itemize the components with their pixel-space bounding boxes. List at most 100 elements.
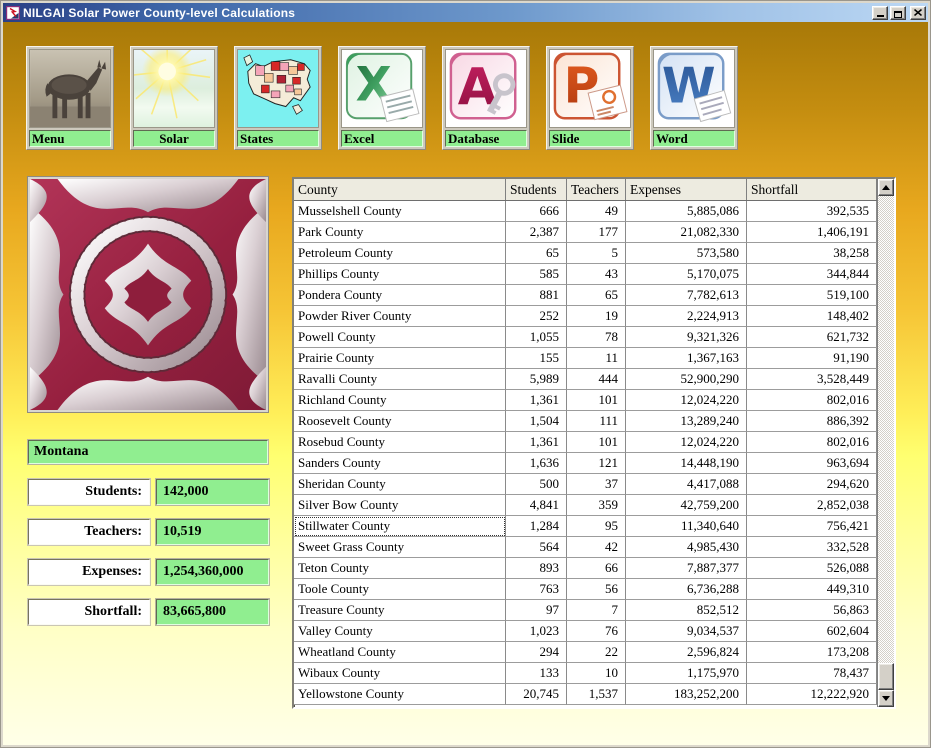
value-cell[interactable]: 101 <box>567 390 626 411</box>
column-header-shortfall[interactable]: Shortfall <box>747 179 877 200</box>
value-cell[interactable]: 1,406,191 <box>747 222 877 243</box>
value-cell[interactable]: 802,016 <box>747 432 877 453</box>
value-cell[interactable]: 1,055 <box>506 327 567 348</box>
titlebar[interactable]: NILGAI Solar Power County-level Calculat… <box>3 3 928 22</box>
value-cell[interactable]: 49 <box>567 201 626 222</box>
scroll-down-button[interactable] <box>878 690 894 707</box>
value-cell[interactable]: 13,289,240 <box>626 411 747 432</box>
county-cell[interactable]: Treasure County <box>294 600 506 621</box>
county-cell[interactable]: Yellowstone County <box>294 684 506 705</box>
value-cell[interactable]: 37 <box>567 474 626 495</box>
value-cell[interactable]: 9,321,326 <box>626 327 747 348</box>
value-cell[interactable]: 20,745 <box>506 684 567 705</box>
county-cell[interactable]: Roosevelt County <box>294 411 506 432</box>
value-cell[interactable]: 1,175,970 <box>626 663 747 684</box>
value-cell[interactable]: 666 <box>506 201 567 222</box>
close-button[interactable] <box>910 6 926 20</box>
table-row[interactable]: Stillwater County1,2849511,340,640756,42… <box>294 516 877 537</box>
scroll-up-button[interactable] <box>878 179 894 196</box>
value-cell[interactable]: 294,620 <box>747 474 877 495</box>
value-cell[interactable]: 4,841 <box>506 495 567 516</box>
value-cell[interactable]: 21,082,330 <box>626 222 747 243</box>
value-cell[interactable]: 585 <box>506 264 567 285</box>
value-cell[interactable]: 1,023 <box>506 621 567 642</box>
value-cell[interactable]: 133 <box>506 663 567 684</box>
states-button[interactable]: States <box>234 46 322 150</box>
county-cell[interactable]: Teton County <box>294 558 506 579</box>
value-cell[interactable]: 183,252,200 <box>626 684 747 705</box>
value-cell[interactable]: 148,402 <box>747 306 877 327</box>
value-cell[interactable]: 756,421 <box>747 516 877 537</box>
table-row[interactable]: Wibaux County133101,175,97078,437 <box>294 663 877 684</box>
county-cell[interactable]: Sanders County <box>294 453 506 474</box>
word-button[interactable]: W Word <box>650 46 738 150</box>
table-row[interactable]: Musselshell County666495,885,086392,535 <box>294 201 877 222</box>
teachers-value[interactable]: 10,519 <box>156 519 269 545</box>
table-row[interactable]: Powell County1,055789,321,326621,732 <box>294 327 877 348</box>
column-header-county[interactable]: County <box>294 179 506 200</box>
county-cell[interactable]: Sheridan County <box>294 474 506 495</box>
table-row[interactable]: Prairie County155111,367,16391,190 <box>294 348 877 369</box>
value-cell[interactable]: 56 <box>567 579 626 600</box>
minimize-button[interactable] <box>872 6 888 20</box>
table-row[interactable]: Rosebud County1,36110112,024,220802,016 <box>294 432 877 453</box>
county-cell[interactable]: Silver Bow County <box>294 495 506 516</box>
value-cell[interactable]: 111 <box>567 411 626 432</box>
solar-button[interactable]: Solar <box>130 46 218 150</box>
value-cell[interactable]: 893 <box>506 558 567 579</box>
value-cell[interactable]: 1,361 <box>506 432 567 453</box>
value-cell[interactable]: 5,989 <box>506 369 567 390</box>
slide-button[interactable]: P Slide <box>546 46 634 150</box>
value-cell[interactable]: 294 <box>506 642 567 663</box>
table-row[interactable]: Valley County1,023769,034,537602,604 <box>294 621 877 642</box>
value-cell[interactable]: 5,885,086 <box>626 201 747 222</box>
value-cell[interactable]: 101 <box>567 432 626 453</box>
county-cell[interactable]: Sweet Grass County <box>294 537 506 558</box>
maximize-button[interactable] <box>890 6 906 20</box>
column-header-teachers[interactable]: Teachers <box>567 179 626 200</box>
excel-button[interactable]: X Excel <box>338 46 426 150</box>
value-cell[interactable]: 4,985,430 <box>626 537 747 558</box>
value-cell[interactable]: 66 <box>567 558 626 579</box>
table-row[interactable]: Treasure County977852,51256,863 <box>294 600 877 621</box>
county-cell[interactable]: Ravalli County <box>294 369 506 390</box>
value-cell[interactable]: 65 <box>506 243 567 264</box>
value-cell[interactable]: 95 <box>567 516 626 537</box>
value-cell[interactable]: 449,310 <box>747 579 877 600</box>
value-cell[interactable]: 5 <box>567 243 626 264</box>
value-cell[interactable]: 519,100 <box>747 285 877 306</box>
value-cell[interactable]: 19 <box>567 306 626 327</box>
value-cell[interactable]: 392,535 <box>747 201 877 222</box>
county-cell[interactable]: Phillips County <box>294 264 506 285</box>
column-header-expenses[interactable]: Expenses <box>626 179 747 200</box>
value-cell[interactable]: 526,088 <box>747 558 877 579</box>
value-cell[interactable]: 2,852,038 <box>747 495 877 516</box>
column-header-students[interactable]: Students <box>506 179 567 200</box>
state-name-field[interactable]: Montana <box>28 440 268 464</box>
value-cell[interactable]: 1,361 <box>506 390 567 411</box>
county-cell[interactable]: Pondera County <box>294 285 506 306</box>
value-cell[interactable]: 4,417,088 <box>626 474 747 495</box>
value-cell[interactable]: 56,863 <box>747 600 877 621</box>
value-cell[interactable]: 2,387 <box>506 222 567 243</box>
value-cell[interactable]: 42 <box>567 537 626 558</box>
value-cell[interactable]: 38,258 <box>747 243 877 264</box>
value-cell[interactable]: 97 <box>506 600 567 621</box>
value-cell[interactable]: 1,636 <box>506 453 567 474</box>
value-cell[interactable]: 1,504 <box>506 411 567 432</box>
value-cell[interactable]: 602,604 <box>747 621 877 642</box>
value-cell[interactable]: 332,528 <box>747 537 877 558</box>
county-cell[interactable]: Wibaux County <box>294 663 506 684</box>
county-cell[interactable]: Powell County <box>294 327 506 348</box>
value-cell[interactable]: 7,782,613 <box>626 285 747 306</box>
table-row[interactable]: Park County2,38717721,082,3301,406,191 <box>294 222 877 243</box>
scrollbar-thumb[interactable] <box>878 663 894 690</box>
shortfall-value[interactable]: 83,665,800 <box>156 599 269 625</box>
value-cell[interactable]: 2,224,913 <box>626 306 747 327</box>
value-cell[interactable]: 886,392 <box>747 411 877 432</box>
value-cell[interactable]: 7 <box>567 600 626 621</box>
value-cell[interactable]: 22 <box>567 642 626 663</box>
value-cell[interactable]: 1,367,163 <box>626 348 747 369</box>
value-cell[interactable]: 763 <box>506 579 567 600</box>
table-row[interactable]: Yellowstone County20,7451,537183,252,200… <box>294 684 877 705</box>
